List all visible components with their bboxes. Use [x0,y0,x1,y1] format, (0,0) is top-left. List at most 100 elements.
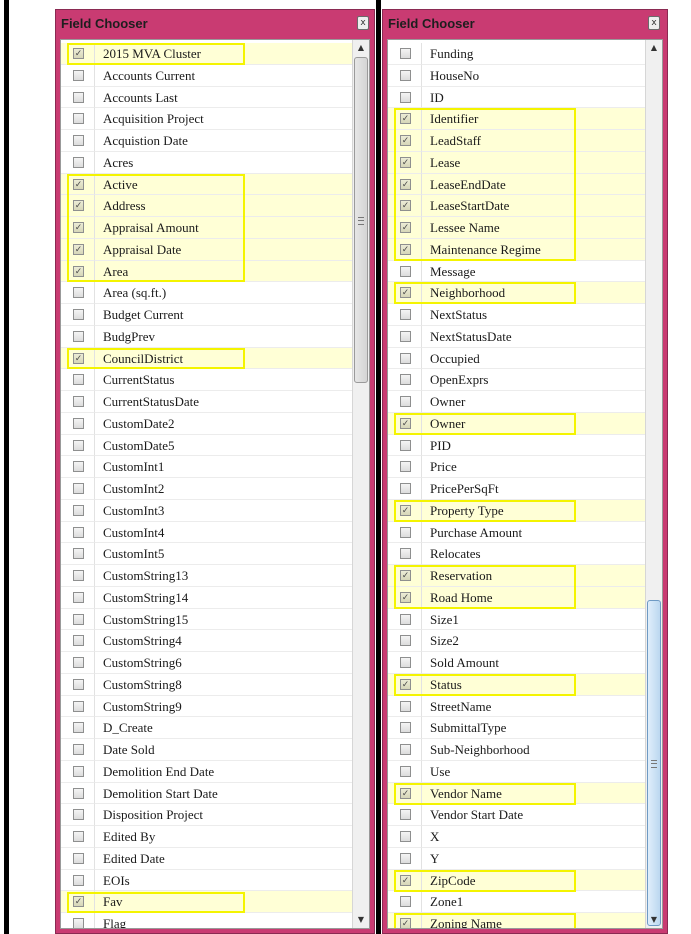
field-row[interactable]: CustomInt5 [61,543,353,565]
checkbox[interactable] [400,548,411,560]
checkbox[interactable] [73,396,84,407]
field-row[interactable]: NextStatus [388,304,646,326]
field-row[interactable]: ✓ Zoning Name [388,913,646,928]
checkbox[interactable] [73,700,84,712]
checkbox[interactable] [73,678,84,690]
checkbox[interactable] [73,918,84,928]
field-row[interactable]: ✓ Road Home [388,586,646,609]
field-row[interactable]: CustomInt2 [61,478,353,500]
checkbox[interactable] [73,613,84,625]
checkbox[interactable] [400,809,411,821]
field-row[interactable]: Use [388,760,646,783]
scroll-thumb[interactable] [354,57,368,383]
checked-checkbox[interactable]: ✓ [73,48,84,59]
field-row[interactable]: Area (sq.ft.) [61,282,353,304]
field-row[interactable]: ✓ Area [61,260,353,283]
field-row[interactable]: Occupied [388,347,646,370]
checked-checkbox[interactable]: ✓ [400,678,411,690]
field-row[interactable]: Funding [388,43,646,65]
checkbox[interactable] [73,113,84,125]
checkbox[interactable] [400,852,411,864]
checkbox[interactable] [400,700,411,712]
field-row[interactable]: CustomInt1 [61,456,353,478]
field-row[interactable]: Owner [388,391,646,413]
checked-checkbox[interactable]: ✓ [73,222,84,233]
checkbox[interactable] [73,874,84,886]
checkbox[interactable] [400,439,411,451]
checkbox[interactable] [73,591,84,603]
checkbox[interactable] [400,374,411,386]
field-row[interactable]: ✓ Appraisal Date [61,238,353,261]
field-row[interactable]: ✓ CouncilDistrict [61,347,353,370]
checkbox[interactable] [400,352,411,364]
scroll-thumb[interactable] [647,600,661,926]
checked-checkbox[interactable]: ✓ [400,156,411,168]
field-row[interactable]: Disposition Project [61,804,353,826]
checkbox[interactable] [73,787,84,799]
checkbox[interactable] [73,287,84,299]
field-row[interactable]: Accounts Current [61,64,353,87]
field-row[interactable]: ✓ Property Type [388,499,646,522]
checkbox[interactable] [73,374,84,386]
field-row[interactable]: ✓ Neighborhood [388,282,646,304]
field-row[interactable]: Relocates [388,543,646,565]
checked-checkbox[interactable]: ✓ [400,243,411,255]
checkbox[interactable] [73,417,84,429]
checked-checkbox[interactable]: ✓ [73,200,84,212]
field-row[interactable]: Sub-Neighborhood [388,739,646,761]
checkbox[interactable] [400,69,411,81]
checkbox[interactable] [400,265,411,277]
field-row[interactable]: CurrentStatus [61,369,353,391]
field-row[interactable]: Acquistion Date [61,130,353,152]
field-row[interactable]: StreetName [388,695,646,718]
checkbox[interactable] [73,831,84,842]
field-row[interactable]: D_Create [61,717,353,739]
scroll-up-arrow-icon[interactable]: ▲ [353,40,369,56]
field-row[interactable]: Purchase Amount [388,521,646,544]
field-row[interactable]: Date Sold [61,739,353,761]
checkbox[interactable] [400,722,411,734]
checkbox[interactable] [73,504,84,516]
checkbox[interactable] [400,48,411,59]
field-row[interactable]: Price [388,456,646,478]
checked-checkbox[interactable]: ✓ [400,113,411,125]
close-icon[interactable]: x [648,16,660,30]
checkbox[interactable] [400,657,411,668]
field-row[interactable]: ✓ Reservation [388,565,646,587]
checkbox[interactable] [73,765,84,777]
field-row[interactable]: CustomDate2 [61,412,353,435]
checked-checkbox[interactable]: ✓ [400,787,411,799]
field-row[interactable]: ✓ Identifier [388,108,646,130]
field-row[interactable]: CustomInt4 [61,521,353,544]
checkbox[interactable] [400,526,411,538]
checkbox[interactable] [400,765,411,777]
checkbox[interactable] [73,91,84,103]
field-row[interactable]: ✓ Owner [388,412,646,435]
field-row[interactable]: CurrentStatusDate [61,391,353,413]
field-row[interactable]: BudgPrev [61,325,353,348]
field-row[interactable]: ✓ Lessee Name [388,217,646,239]
checkbox[interactable] [73,809,84,821]
field-row[interactable]: Edited By [61,826,353,848]
checked-checkbox[interactable]: ✓ [73,178,84,190]
checkbox[interactable] [73,69,84,81]
field-row[interactable]: ✓ Address [61,195,353,217]
field-row[interactable]: ✓ LeadStaff [388,130,646,152]
checked-checkbox[interactable]: ✓ [73,896,84,908]
field-row[interactable]: Budget Current [61,304,353,326]
field-row[interactable]: CustomString4 [61,630,353,652]
field-row[interactable]: EOIs [61,869,353,892]
field-row[interactable]: ID [388,86,646,109]
checkbox[interactable] [73,635,84,647]
checked-checkbox[interactable]: ✓ [400,874,411,886]
field-row[interactable]: OpenExprs [388,369,646,391]
field-row[interactable]: CustomString14 [61,586,353,609]
close-icon[interactable]: x [357,16,369,30]
field-row[interactable]: Size2 [388,630,646,652]
field-row[interactable]: Sold Amount [388,652,646,674]
field-row[interactable]: X [388,826,646,848]
checkbox[interactable] [73,657,84,668]
field-row[interactable]: CustomInt3 [61,499,353,522]
checkbox[interactable] [73,309,84,320]
checkbox[interactable] [400,896,411,908]
